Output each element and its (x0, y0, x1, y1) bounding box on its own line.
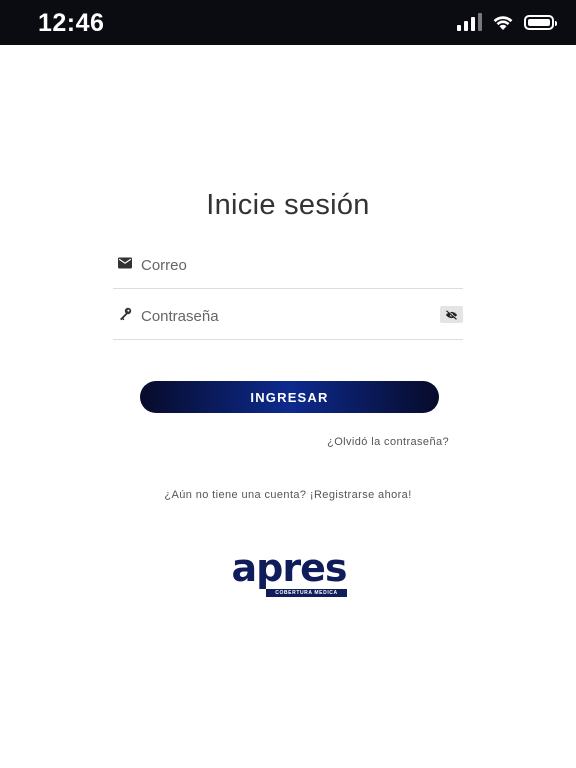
apres-logo: apres COBERTURA MEDICA (228, 548, 350, 600)
login-button[interactable]: INGRESAR (140, 381, 439, 413)
status-icons (457, 13, 557, 31)
logo-tagline: COBERTURA MEDICA (266, 589, 347, 597)
status-bar: 12:46 (0, 0, 576, 45)
password-input[interactable] (139, 301, 433, 331)
email-field (113, 250, 463, 289)
email-input[interactable] (139, 250, 433, 280)
key-icon (120, 307, 132, 321)
eye-off-icon (445, 309, 458, 320)
mail-icon (118, 257, 132, 269)
battery-icon (524, 14, 557, 30)
cellular-signal-icon (457, 13, 482, 31)
wifi-icon (493, 15, 513, 30)
toggle-password-visibility-button[interactable] (440, 306, 463, 323)
register-link[interactable]: ¿Aún no tiene una cuenta? ¡Registrarse a… (0, 489, 576, 501)
status-time: 12:46 (38, 9, 105, 37)
logo-wordmark: apres (231, 546, 348, 590)
password-field (113, 301, 463, 340)
page-title: Inicie sesión (206, 189, 370, 221)
forgot-password-link[interactable]: ¿Olvidó la contraseña? (327, 436, 449, 448)
